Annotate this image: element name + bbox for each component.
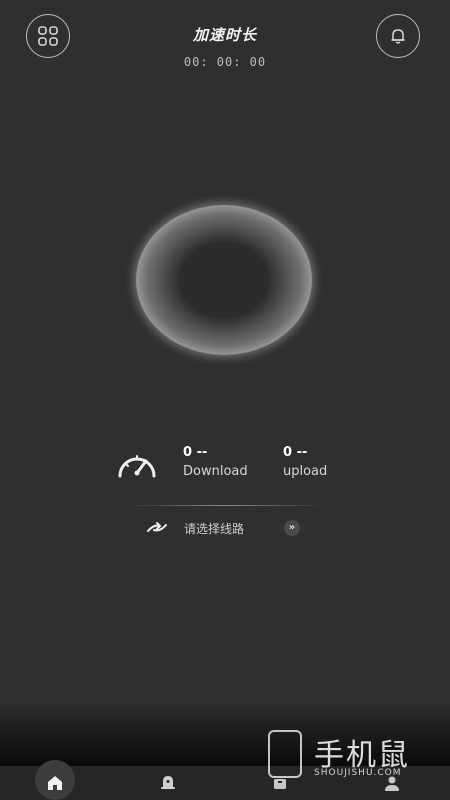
route-label: 请选择线路 — [184, 522, 245, 536]
watermark-subtext: SHOUJISHU.COM — [314, 768, 402, 778]
download-speed-value: 0 -- — [183, 445, 208, 460]
route-selector[interactable]: 请选择线路 » — [140, 516, 310, 540]
upload-speed-value: 0 -- — [283, 445, 308, 460]
upload-label: upload — [283, 464, 328, 479]
bell-icon — [391, 29, 405, 44]
accelerate-orb-button[interactable] — [136, 205, 312, 355]
tab-home[interactable] — [35, 760, 75, 800]
divider — [128, 505, 324, 506]
alert-icon — [161, 776, 175, 789]
tab-notifications[interactable] — [148, 766, 188, 800]
acceleration-timer: 00: 00: 00 — [183, 55, 267, 69]
download-label: Download — [183, 464, 248, 479]
speedometer-icon — [118, 455, 156, 478]
watermark-logo: 手机鼠 SHOUJISHU.COM — [262, 728, 442, 788]
notification-button[interactable] — [376, 14, 420, 58]
route-icon — [147, 522, 167, 532]
double-chevron-right-icon: » — [284, 520, 300, 536]
home-icon — [48, 776, 62, 790]
watermark-phone-icon — [268, 730, 302, 778]
